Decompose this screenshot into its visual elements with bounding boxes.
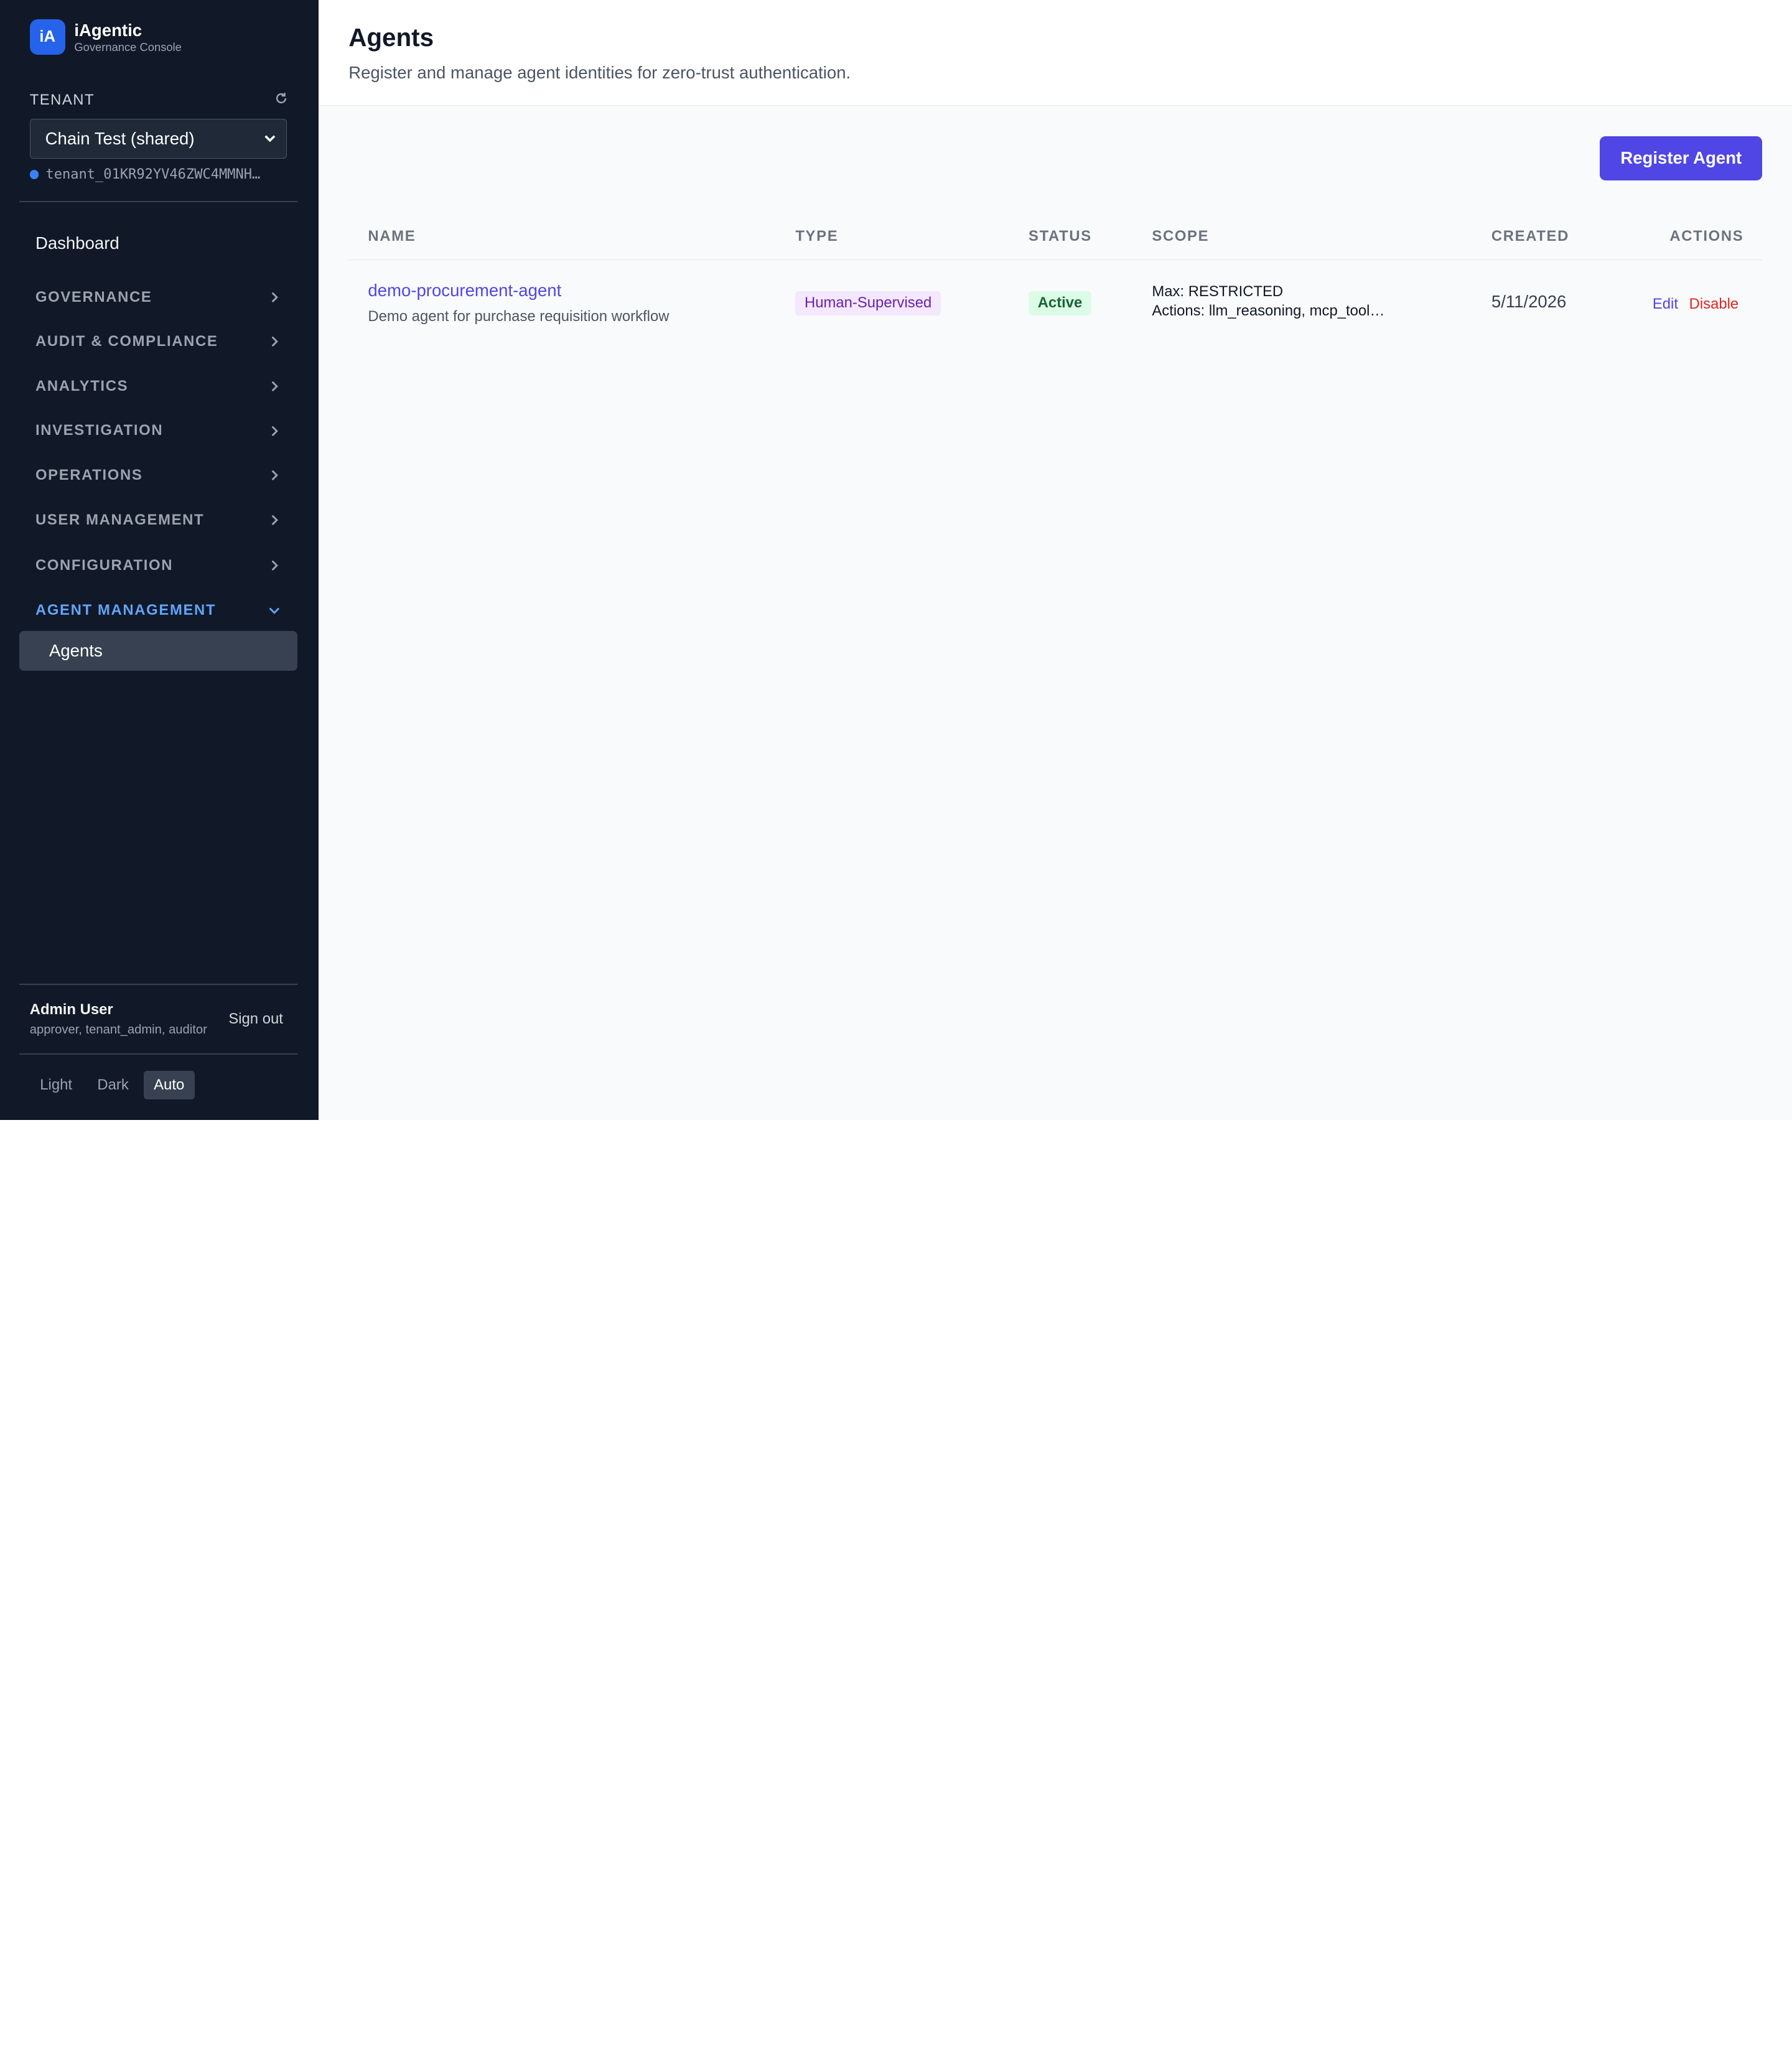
agents-table: NAME TYPE STATUS SCOPE CREATED ACTIONS d…	[348, 213, 1763, 350]
column-header-status: STATUS	[1029, 227, 1092, 245]
edit-button[interactable]: Edit	[1653, 296, 1678, 313]
user-name: Admin User	[29, 1001, 113, 1018]
sidebar-item-agents[interactable]: Agents	[19, 630, 297, 671]
sign-out-button[interactable]: Sign out	[228, 1010, 283, 1028]
column-header-scope: SCOPE	[1152, 227, 1210, 245]
chevron-right-icon	[271, 515, 278, 525]
sidebar: iA iAgentic Governance Console TENANT Ch…	[0, 0, 319, 1120]
chevron-right-icon	[271, 381, 278, 392]
nav-section-governance[interactable]: GOVERNANCE	[35, 286, 282, 309]
tenant-id: tenant_01KR92YV46ZWC4MMNH…	[29, 167, 286, 183]
chevron-right-icon	[271, 292, 278, 302]
nav-section-configuration[interactable]: CONFIGURATION	[35, 554, 282, 577]
chevron-right-icon	[271, 336, 278, 347]
column-header-name: NAME	[368, 227, 416, 245]
brand[interactable]: iA iAgentic Governance Console	[29, 19, 182, 55]
nav-section-label: CONFIGURATION	[35, 557, 174, 574]
nav-section-label: AUDIT & COMPLIANCE	[35, 333, 218, 350]
column-header-actions: ACTIONS	[1669, 227, 1744, 245]
app: iA iAgentic Governance Console TENANT Ch…	[0, 0, 1792, 1120]
page-subtitle: Register and manage agent identities for…	[348, 63, 851, 83]
main-content: Agents Register and manage agent identit…	[319, 0, 1792, 1120]
tenant-select-value: Chain Test (shared)	[45, 129, 195, 149]
chevron-right-icon	[271, 426, 278, 436]
page-title: Agents	[348, 22, 434, 52]
register-agent-button[interactable]: Register Agent	[1600, 136, 1763, 181]
chevron-right-icon	[271, 560, 278, 571]
column-header-created: CREATED	[1491, 227, 1569, 245]
nav-section-user-management[interactable]: USER MANAGEMENT	[35, 508, 282, 531]
sidebar-divider	[19, 1053, 297, 1055]
table-header: NAME TYPE STATUS SCOPE CREATED ACTIONS	[348, 213, 1763, 260]
brand-name: iAgentic	[74, 21, 142, 40]
nav-section-label: INVESTIGATION	[35, 422, 164, 439]
table-row: demo-procurement-agent Demo agent for pu…	[348, 260, 1762, 349]
type-badge: Human-Supervised	[795, 291, 941, 315]
nav-section-label: OPERATIONS	[35, 467, 143, 484]
scope-actions: Actions: llm_reasoning, mcp_tool…	[1152, 302, 1385, 319]
chevron-down-icon	[269, 607, 280, 614]
nav-section-operations[interactable]: OPERATIONS	[35, 464, 282, 487]
theme-light-button[interactable]: Light	[30, 1071, 83, 1099]
agent-name-link[interactable]: demo-procurement-agent	[368, 281, 561, 301]
brand-text: iAgentic Governance Console	[74, 20, 181, 54]
tenant-select[interactable]: Chain Test (shared)	[29, 119, 287, 159]
chevron-right-icon	[271, 470, 278, 481]
disable-button[interactable]: Disable	[1689, 296, 1739, 313]
status-dot	[29, 170, 39, 179]
nav-section-audit-compliance[interactable]: AUDIT & COMPLIANCE	[35, 330, 282, 353]
nav-dashboard[interactable]: Dashboard	[35, 233, 119, 253]
status-badge: Active	[1029, 291, 1092, 315]
sidebar-divider	[19, 201, 297, 203]
column-header-type: TYPE	[795, 227, 839, 245]
tenant-id-text: tenant_01KR92YV46ZWC4MMNH…	[45, 167, 261, 183]
brand-subtitle: Governance Console	[74, 40, 182, 54]
nav-section-analytics[interactable]: ANALYTICS	[35, 375, 282, 398]
scope-max: Max: RESTRICTED	[1152, 282, 1284, 300]
nav-section-agent-management[interactable]: AGENT MANAGEMENT	[35, 599, 282, 622]
theme-switch: Light Dark Auto	[30, 1070, 199, 1100]
sidebar-divider	[19, 984, 297, 986]
chevron-down-icon	[264, 134, 276, 142]
user-roles: approver, tenant_admin, auditor	[29, 1022, 207, 1037]
refresh-icon[interactable]	[272, 89, 290, 107]
page-header: Agents Register and manage agent identit…	[319, 0, 1792, 106]
theme-dark-button[interactable]: Dark	[87, 1071, 139, 1099]
brand-logo: iA	[29, 19, 65, 55]
tenant-label: TENANT	[29, 91, 95, 108]
agent-description: Demo agent for purchase requisition work…	[368, 308, 670, 325]
created-date: 5/11/2026	[1491, 292, 1567, 312]
nav-section-label: USER MANAGEMENT	[35, 511, 205, 528]
theme-auto-button[interactable]: Auto	[143, 1070, 195, 1100]
nav-section-investigation[interactable]: INVESTIGATION	[35, 419, 282, 442]
nav-section-label: ANALYTICS	[35, 377, 129, 394]
nav-section-label: GOVERNANCE	[35, 288, 152, 306]
nav-section-label: AGENT MANAGEMENT	[35, 601, 217, 618]
